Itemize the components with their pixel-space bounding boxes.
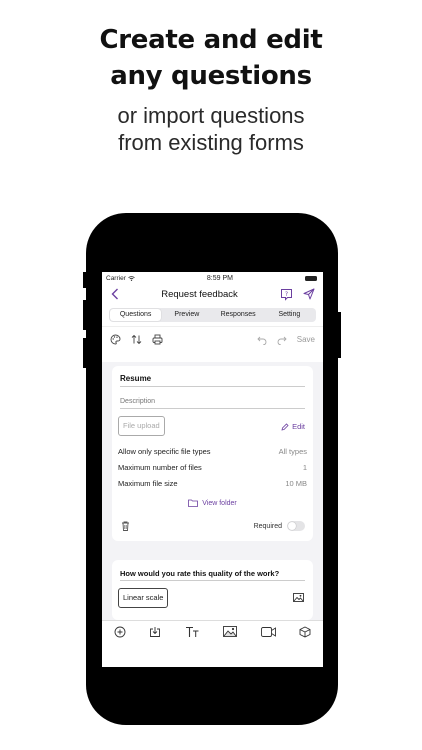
tab-questions[interactable]: Questions [110,309,162,321]
question-type-chip[interactable]: Linear scale [118,588,169,608]
insert-video-icon[interactable] [260,626,276,637]
headline-line-1: Create and edit [99,25,323,55]
status-time: 8:59 PM [206,274,233,282]
setting-label: Maximum number of files [118,463,202,472]
setting-row-max-files[interactable]: Maximum number of files 1 [118,463,307,472]
edit-label: Edit [292,422,305,431]
setting-label: Maximum file size [118,479,178,488]
text-style-icon[interactable] [185,626,200,638]
marketing-headline: Create and edit any questions [0,22,422,94]
help-icon[interactable]: ? [280,288,293,301]
phone-volume-up-button [83,300,87,330]
required-control: Required [254,521,305,531]
setting-label: Allow only specific file types [118,447,211,456]
subheadline-line-2: from existing forms [118,130,304,155]
setting-value: 1 [302,463,307,472]
import-questions-icon[interactable] [149,626,161,638]
svg-text:?: ? [285,291,288,298]
required-toggle[interactable] [287,521,305,531]
palette-icon[interactable] [110,334,121,345]
battery-icon [304,275,317,281]
question-card-linear-scale[interactable]: How would you rate this quality of the w… [112,560,313,620]
question-title-field[interactable]: Resume [120,374,305,387]
nav-bar: Request feedback ? [102,284,323,304]
pencil-icon [281,422,289,431]
page-title: Request feedback [161,288,238,300]
phone-volume-down-button [83,338,87,368]
view-folder-link[interactable]: View folder [112,499,313,507]
subheadline-line-1: or import questions [117,103,305,128]
app-screen: Carrier 8:59 PM Request feedback ? Quest… [102,272,323,667]
question-description-field[interactable]: Description [120,398,305,409]
question-card-file-upload[interactable]: Resume Description File upload Edit Allo… [112,366,313,541]
print-icon[interactable] [152,334,163,345]
setting-row-max-file-size[interactable]: Maximum file size 10 MB [118,479,307,488]
redo-icon[interactable] [277,335,287,345]
add-section-icon[interactable] [299,625,311,638]
phone-mute-button [83,272,87,288]
insert-image-icon[interactable] [223,626,238,637]
headline-line-2: any questions [110,61,312,91]
phone-power-button [337,312,341,358]
wifi-icon [128,275,135,281]
trash-icon[interactable] [121,521,130,531]
folder-icon [188,499,199,507]
setting-row-file-types[interactable]: Allow only specific file types All types [118,447,307,456]
editor-toolbar: Save [102,326,323,352]
send-icon[interactable] [303,288,315,300]
back-chevron-icon[interactable] [111,288,119,300]
tab-responses[interactable]: Responses [213,309,264,321]
segmented-tabs: Questions Preview Responses Setting [109,308,316,322]
question-title-field[interactable]: How would you rate this quality of the w… [120,569,305,581]
status-bar: Carrier 8:59 PM [102,272,323,284]
view-folder-label: View folder [202,499,237,507]
marketing-subheadline: or import questions from existing forms [0,102,422,156]
setting-value: All types [278,447,307,456]
setting-value: 10 MB [285,479,307,488]
image-icon[interactable] [293,593,304,602]
required-label: Required [253,522,282,530]
sort-icon[interactable] [131,334,142,345]
bottom-insert-bar [102,620,323,642]
undo-icon[interactable] [257,335,267,345]
tab-setting[interactable]: Setting [264,309,315,321]
add-question-icon[interactable] [114,626,126,638]
tab-preview[interactable]: Preview [161,309,212,321]
edit-button[interactable]: Edit [281,422,305,431]
carrier-label: Carrier [106,274,126,282]
question-type-chip[interactable]: File upload [118,416,165,436]
save-button[interactable]: Save [297,335,315,344]
questions-list: Resume Description File upload Edit Allo… [102,362,323,620]
